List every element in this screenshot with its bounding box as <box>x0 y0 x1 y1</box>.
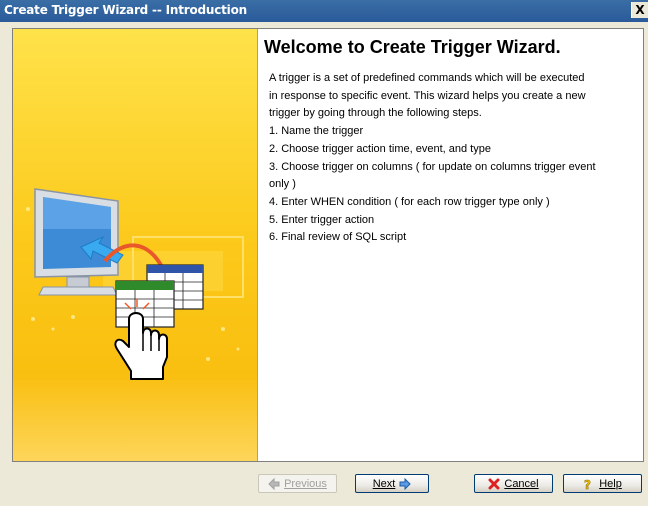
desc-line: in response to specific event. This wiza… <box>269 89 586 102</box>
step-1: 1. Name the trigger <box>269 125 364 138</box>
title-bar[interactable]: Create Trigger Wizard -- Introduction X <box>0 0 648 22</box>
next-label: Next <box>372 477 396 490</box>
wizard-illustration-panel <box>13 29 258 461</box>
previous-button[interactable]: Previous <box>258 474 337 493</box>
desc-line: trigger by going through the following s… <box>269 107 482 120</box>
step-2: 2. Choose trigger action time, event, an… <box>269 142 491 155</box>
step-5: 5. Enter trigger action <box>269 213 375 226</box>
window-title: Create Trigger Wizard -- Introduction <box>4 3 247 17</box>
help-label: Help <box>599 477 622 490</box>
desc-line: A trigger is a set of predefined command… <box>269 72 585 84</box>
wizard-illustration <box>26 188 244 380</box>
intro-description: A trigger is a set of predefined command… <box>269 70 639 247</box>
cancel-x-icon <box>488 478 500 489</box>
help-question-icon: ? <box>584 478 592 490</box>
next-button[interactable]: Next <box>355 474 429 493</box>
cancel-button[interactable]: Cancel <box>474 474 553 493</box>
arrow-left-icon <box>268 477 280 490</box>
close-button[interactable]: X <box>631 2 648 18</box>
step-3: 3. Choose trigger on columns ( for updat… <box>269 160 596 173</box>
arrow-right-icon <box>399 477 412 490</box>
previous-label: Previous <box>284 477 327 490</box>
close-icon: X <box>635 3 645 17</box>
cancel-label: Cancel <box>504 477 539 490</box>
wizard-window: Create Trigger Wizard -- Introduction X <box>0 0 648 506</box>
svg-text:?: ? <box>584 478 591 490</box>
step-4: 4. Enter WHEN condition ( for each row t… <box>269 195 550 208</box>
wizard-content: Welcome to Create Trigger Wizard. A trig… <box>12 28 644 462</box>
help-button[interactable]: ? Help <box>563 474 642 493</box>
page-title: Welcome to Create Trigger Wizard. <box>264 37 561 57</box>
wizard-text-panel: Welcome to Create Trigger Wizard. A trig… <box>258 29 643 461</box>
step-6: 6. Final review of SQL script <box>269 231 407 244</box>
table-icon-front <box>115 280 175 328</box>
step-3-cont: only ) <box>269 178 296 191</box>
